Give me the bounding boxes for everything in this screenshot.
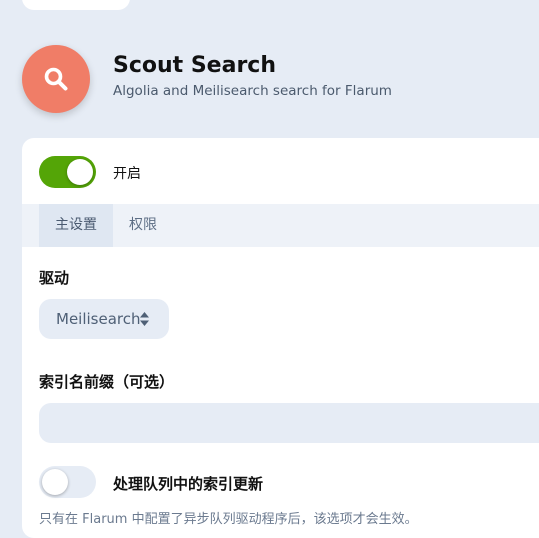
driver-select-value: Meilisearch: [56, 310, 141, 328]
previous-card: [22, 0, 130, 10]
tab-permissions[interactable]: 权限: [113, 204, 173, 247]
queue-toggle[interactable]: [39, 466, 96, 498]
driver-select[interactable]: Meilisearch: [39, 299, 169, 339]
index-prefix-input[interactable]: [39, 403, 539, 443]
tab-bar: 主设置 权限: [22, 204, 539, 247]
extension-description: Algolia and Meilisearch search for Flaru…: [113, 83, 392, 99]
settings-panel: 开启 主设置 权限 驱动 Meilisearch 索引名前缀（可选） 处理队列中…: [22, 138, 539, 538]
toggle-knob: [67, 159, 93, 185]
queue-label: 处理队列中的索引更新: [113, 475, 264, 493]
search-icon: [44, 67, 68, 91]
tab-main-settings[interactable]: 主设置: [39, 204, 113, 247]
enable-toggle[interactable]: [39, 156, 96, 188]
driver-label: 驱动: [39, 269, 70, 287]
sort-caret-icon: [140, 312, 149, 326]
toggle-knob: [42, 469, 68, 495]
index-prefix-label: 索引名前缀（可选）: [39, 373, 175, 391]
queue-help-text: 只有在 Flarum 中配置了异步队列驱动程序后，该选项才会生效。: [39, 512, 418, 527]
extension-title: Scout Search: [113, 53, 277, 78]
enable-label: 开启: [113, 166, 141, 182]
extension-icon: [22, 45, 90, 113]
